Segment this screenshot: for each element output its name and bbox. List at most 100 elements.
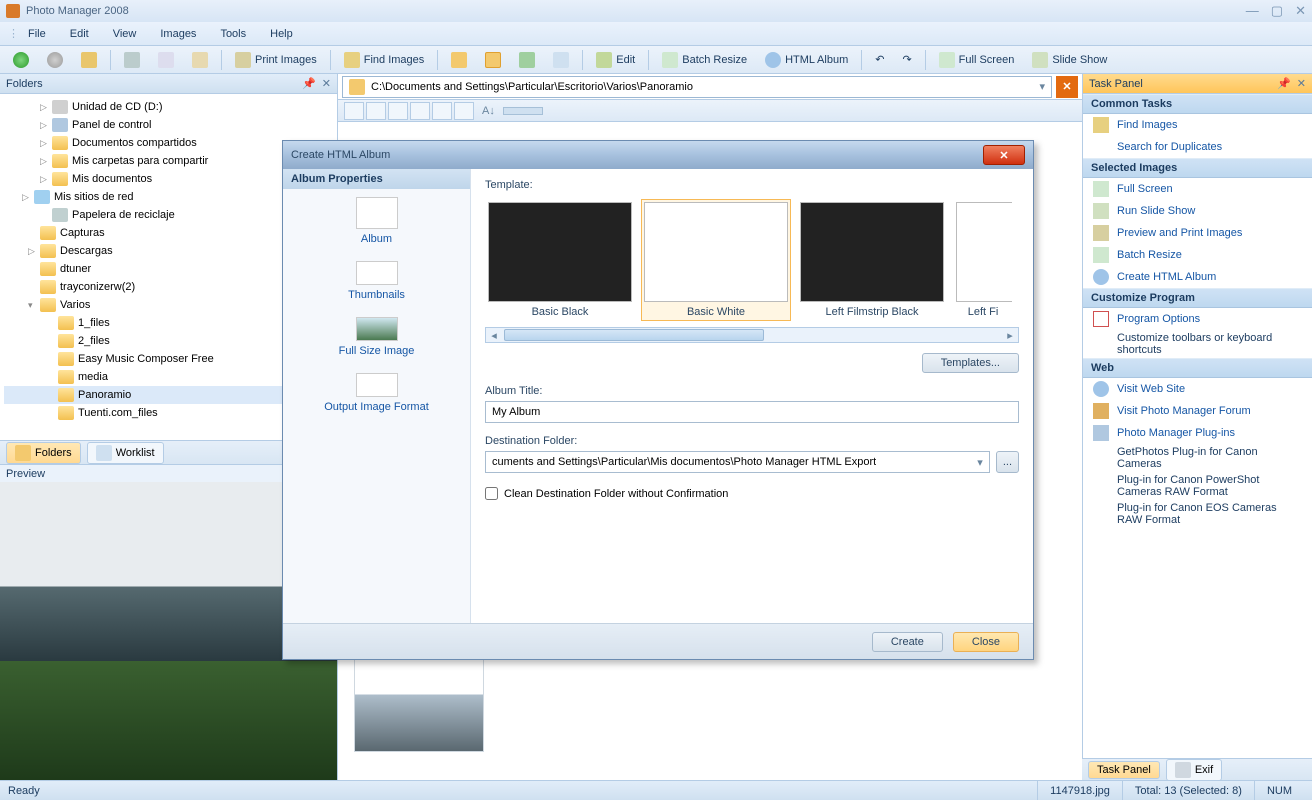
- template-scrollbar[interactable]: ◂ ▸: [485, 327, 1019, 343]
- dialog-titlebar[interactable]: Create HTML Album ✕: [283, 141, 1033, 169]
- back-button[interactable]: [6, 49, 36, 71]
- expand-icon[interactable]: ▷: [40, 102, 52, 113]
- task-customize-toolbars[interactable]: Customize toolbars or keyboard shortcuts: [1083, 330, 1312, 358]
- task-program-options[interactable]: Program Options: [1083, 308, 1312, 330]
- menu-images[interactable]: Images: [150, 26, 206, 42]
- path-input[interactable]: C:\Documents and Settings\Particular\Esc…: [342, 76, 1052, 98]
- tab-worklist[interactable]: Worklist: [87, 442, 164, 464]
- separator: [925, 50, 926, 70]
- menubar-grip: ⋮: [8, 27, 14, 40]
- side-fullsize[interactable]: Full Size Image: [283, 309, 470, 365]
- scroll-left-icon[interactable]: ◂: [486, 329, 502, 342]
- expand-icon[interactable]: ▾: [28, 300, 40, 311]
- scroll-thumb[interactable]: [504, 329, 764, 341]
- side-album[interactable]: Album: [283, 189, 470, 253]
- cut-button[interactable]: [117, 49, 147, 71]
- menu-tools[interactable]: Tools: [210, 26, 256, 42]
- redo-icon: ↷: [902, 53, 911, 66]
- task-visit-forum[interactable]: Visit Photo Manager Forum: [1083, 400, 1312, 422]
- view-btn-3[interactable]: [388, 102, 408, 120]
- task-find-images[interactable]: Find Images: [1083, 114, 1312, 136]
- expand-icon[interactable]: ▷: [28, 246, 40, 257]
- batch-resize-button[interactable]: Batch Resize: [655, 49, 754, 71]
- chevron-down-icon[interactable]: ▾: [1039, 80, 1045, 93]
- folder-open-button[interactable]: [444, 49, 474, 71]
- maximize-button[interactable]: ▢: [1271, 3, 1283, 19]
- list-view-button[interactable]: [546, 49, 576, 71]
- menu-help[interactable]: Help: [260, 26, 303, 42]
- close-button[interactable]: ✕: [1295, 3, 1306, 19]
- zoom-slider[interactable]: [503, 107, 543, 115]
- tree-label: Varios: [60, 299, 90, 311]
- forward-button[interactable]: [40, 49, 70, 71]
- checkbox-input[interactable]: [485, 487, 498, 500]
- sort-icon[interactable]: A↓: [482, 105, 495, 117]
- create-button[interactable]: Create: [872, 632, 943, 652]
- template-partial[interactable]: Left Fi: [953, 199, 1013, 321]
- tab-exif[interactable]: Exif: [1166, 759, 1222, 781]
- expand-icon[interactable]: ▷: [40, 174, 52, 185]
- menu-view[interactable]: View: [103, 26, 147, 42]
- side-thumbnails[interactable]: Thumbnails: [283, 253, 470, 309]
- expand-icon[interactable]: ▷: [40, 120, 52, 131]
- view-btn-5[interactable]: [432, 102, 452, 120]
- task-plugin-canon[interactable]: GetPhotos Plug-in for Canon Cameras: [1083, 444, 1312, 472]
- destination-combo[interactable]: cuments and Settings\Particular\Mis docu…: [485, 451, 990, 473]
- side-output-format[interactable]: Output Image Format: [283, 365, 470, 421]
- dialog-close-button[interactable]: ✕: [983, 145, 1025, 165]
- tree-item[interactable]: ▷ Unidad de CD (D:): [4, 98, 333, 116]
- panel-close-icon[interactable]: ✕: [322, 77, 331, 90]
- task-full-screen[interactable]: Full Screen: [1083, 178, 1312, 200]
- slide-show-button[interactable]: Slide Show: [1025, 49, 1114, 71]
- templates-button[interactable]: Templates...: [922, 353, 1019, 373]
- template-basic-white[interactable]: Basic White: [641, 199, 791, 321]
- close-dialog-button[interactable]: Close: [953, 632, 1019, 652]
- thumbnail[interactable]: [354, 656, 484, 752]
- tree-label: Unidad de CD (D:): [72, 101, 162, 113]
- view-btn-1[interactable]: [344, 102, 364, 120]
- view-btn-4[interactable]: [410, 102, 430, 120]
- path-close-button[interactable]: ✕: [1056, 76, 1078, 98]
- view-btn-6[interactable]: [454, 102, 474, 120]
- task-create-html[interactable]: Create HTML Album: [1083, 266, 1312, 288]
- task-visit-website[interactable]: Visit Web Site: [1083, 378, 1312, 400]
- paste-button[interactable]: [185, 49, 215, 71]
- browse-button[interactable]: ...: [996, 451, 1019, 473]
- clean-folder-checkbox[interactable]: Clean Destination Folder without Confirm…: [485, 487, 1019, 500]
- minimize-button[interactable]: —: [1246, 3, 1259, 19]
- pin-icon[interactable]: 📌: [302, 77, 316, 90]
- expand-icon[interactable]: ▷: [40, 156, 52, 167]
- menu-file[interactable]: File: [18, 26, 56, 42]
- new-folder-button[interactable]: [478, 49, 508, 71]
- template-left-filmstrip-black[interactable]: Left Filmstrip Black: [797, 199, 947, 321]
- scroll-right-icon[interactable]: ▸: [1002, 329, 1018, 342]
- tree-item[interactable]: ▷Panel de control: [4, 116, 333, 134]
- album-title-input[interactable]: [485, 401, 1019, 423]
- html-album-button[interactable]: HTML Album: [758, 49, 855, 71]
- tab-folders[interactable]: Folders: [6, 442, 81, 464]
- expand-icon[interactable]: ▷: [22, 192, 34, 203]
- task-batch-resize[interactable]: Batch Resize: [1083, 244, 1312, 266]
- tab-task-panel[interactable]: Task Panel: [1088, 761, 1160, 779]
- view-btn-2[interactable]: [366, 102, 386, 120]
- find-images-button[interactable]: Find Images: [337, 49, 432, 71]
- task-plugin-eos[interactable]: Plug-in for Canon EOS Cameras RAW Format: [1083, 500, 1312, 528]
- redo-button[interactable]: ↷: [895, 50, 918, 69]
- edit-button[interactable]: Edit: [589, 49, 642, 71]
- image-view-button[interactable]: [512, 49, 542, 71]
- pin-icon[interactable]: 📌: [1277, 77, 1291, 90]
- up-button[interactable]: [74, 49, 104, 71]
- task-plugin-powershot[interactable]: Plug-in for Canon PowerShot Cameras RAW …: [1083, 472, 1312, 500]
- copy-button[interactable]: [151, 49, 181, 71]
- task-preview-print[interactable]: Preview and Print Images: [1083, 222, 1312, 244]
- panel-close-icon[interactable]: ✕: [1297, 77, 1306, 90]
- print-images-button[interactable]: Print Images: [228, 49, 324, 71]
- menu-edit[interactable]: Edit: [60, 26, 99, 42]
- full-screen-button[interactable]: Full Screen: [932, 49, 1022, 71]
- undo-button[interactable]: ↶: [868, 50, 891, 69]
- task-plugins[interactable]: Photo Manager Plug-ins: [1083, 422, 1312, 444]
- template-basic-black[interactable]: Basic Black: [485, 199, 635, 321]
- task-search-duplicates[interactable]: Search for Duplicates: [1083, 136, 1312, 158]
- expand-icon[interactable]: ▷: [40, 138, 52, 149]
- task-run-slideshow[interactable]: Run Slide Show: [1083, 200, 1312, 222]
